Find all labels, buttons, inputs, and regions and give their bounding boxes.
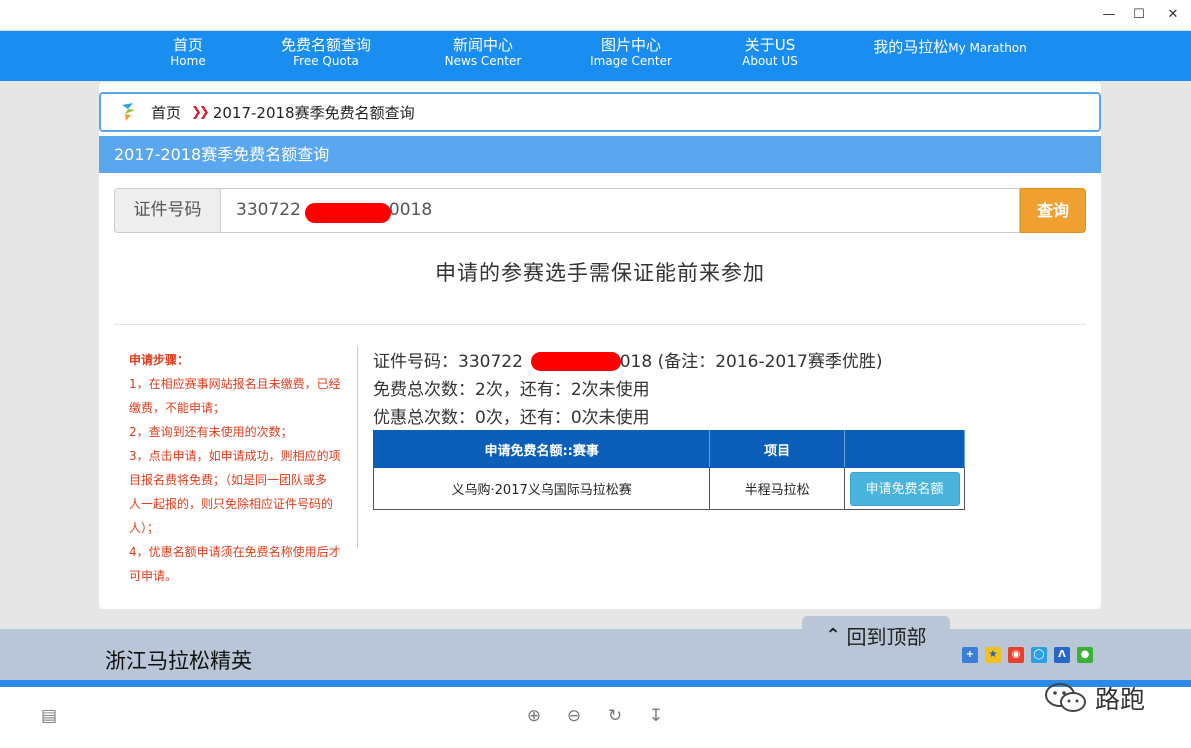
nav-label-zh: 我的马拉松My Marathon bbox=[862, 38, 1038, 56]
search-row: 证件号码 330722 0018 查询 bbox=[114, 188, 1086, 233]
steps-line: 可申请。 bbox=[129, 569, 178, 583]
steps-line: 人）； bbox=[129, 521, 160, 535]
content-card: 首页 ❯❯ 2017-2018赛季免费名额查询 2017-2018赛季免费名额查… bbox=[99, 82, 1101, 609]
footer-title: 浙江马拉松精英 bbox=[105, 649, 252, 673]
breadcrumb-home[interactable]: 首页 bbox=[151, 102, 181, 123]
share-renren-icon[interactable]: Λ bbox=[1054, 647, 1070, 663]
section-title: 2017-2018赛季免费名额查询 bbox=[99, 136, 1101, 173]
application-steps: 申请步骤： 1，在相应赛事网站报名且未缴费，已经 缴费，不能申请； 2，查询到还… bbox=[129, 348, 347, 588]
breadcrumb-current: 2017-2018赛季免费名额查询 bbox=[212, 103, 415, 122]
steps-line: 2，查询到还有未使用的次数； bbox=[129, 425, 293, 439]
apply-free-quota-button[interactable]: 申请免费名额 bbox=[849, 471, 960, 506]
query-button[interactable]: 查询 bbox=[1020, 188, 1086, 233]
steps-line: 目报名费将免费；（如是同一团队或多 bbox=[129, 473, 328, 487]
nav-image-center[interactable]: 图片中心 Image Center bbox=[588, 36, 674, 69]
nav-label-en: Image Center bbox=[590, 54, 672, 69]
quota-info: 证件号码：330722 0018 (备注：2016-2017赛季优胜) 免费总次数… bbox=[373, 348, 883, 432]
share-plus-icon[interactable]: + bbox=[962, 647, 978, 663]
footer-strip bbox=[0, 680, 1191, 687]
nav-label-zh: 新闻中心 bbox=[452, 36, 513, 54]
download-icon[interactable]: ↧ bbox=[645, 705, 667, 727]
minimize-icon[interactable]: — bbox=[1096, 4, 1122, 24]
id-number-value-prefix: 330722 bbox=[236, 200, 301, 220]
nav-label-en: News Center bbox=[444, 54, 522, 69]
notice-text: 申请的参赛选手需保证能前来参加 bbox=[435, 261, 765, 285]
info-id-prefix: 证件号码：330722 bbox=[373, 352, 523, 372]
arrow-up-icon: ⌃ bbox=[825, 624, 841, 646]
table-cell-action: 申请免费名额 bbox=[844, 467, 965, 510]
id-number-input[interactable]: 330722 0018 bbox=[220, 188, 1020, 233]
nav-mine-en: My Marathon bbox=[948, 41, 1027, 55]
viewer-toolbar: ▤ ⊕ ⊖ ↻ ↧ bbox=[0, 687, 1191, 748]
redaction-mark bbox=[531, 352, 621, 371]
steps-title: 申请步骤： bbox=[129, 353, 190, 367]
info-id-line: 证件号码：330722 0018 (备注：2016-2017赛季优胜) bbox=[373, 348, 883, 376]
id-number-label: 证件号码 bbox=[114, 188, 220, 233]
runner-logo-icon bbox=[119, 101, 141, 123]
id-number-value-suffix: 0018 bbox=[388, 200, 433, 220]
nav-label-en: Free Quota bbox=[293, 54, 359, 69]
table-header-row: 申请免费名额::赛事 项目 bbox=[372, 430, 965, 468]
info-id-suffix: 0018 (备注：2016-2017赛季优胜) bbox=[608, 352, 883, 372]
nav-label-en: Home bbox=[170, 54, 206, 69]
share-weibo-icon[interactable]: ◉ bbox=[1008, 647, 1024, 663]
info-free-line: 免费总次数：2次，还有：2次未使用 bbox=[373, 380, 650, 400]
wechat-bubble-icon bbox=[1043, 681, 1089, 715]
nav-home[interactable]: 首页 Home bbox=[163, 36, 213, 69]
zoom-in-icon[interactable]: ⊕ bbox=[523, 705, 545, 727]
zoom-out-icon[interactable]: ⊖ bbox=[563, 705, 585, 727]
steps-line: 缴费，不能申请； bbox=[129, 401, 226, 415]
nav-label-en: About US bbox=[742, 54, 798, 69]
table-row: 义乌购·2017义乌国际马拉松赛 半程马拉松 申请免费名额 bbox=[372, 467, 965, 510]
nav-news-center[interactable]: 新闻中心 News Center bbox=[440, 36, 526, 69]
watermark-text: 路跑 bbox=[1095, 685, 1146, 714]
breadcrumb: 首页 ❯❯ 2017-2018赛季免费名额查询 bbox=[99, 92, 1101, 132]
rotate-icon[interactable]: ↻ bbox=[604, 705, 626, 727]
nav-about-us[interactable]: 关于US About US bbox=[737, 36, 803, 69]
share-qzone-icon[interactable]: ★ bbox=[985, 647, 1001, 663]
table-header-event: 申请免费名额::赛事 bbox=[372, 430, 711, 468]
nav-label-zh: 免费名额查询 bbox=[280, 36, 371, 54]
vertical-divider bbox=[357, 346, 358, 548]
nav-label-zh: 关于US bbox=[744, 36, 796, 54]
redaction-mark bbox=[305, 203, 391, 223]
steps-line: 人一起报的，则只免除相应证件号码的 bbox=[129, 497, 334, 511]
table-header-item: 项目 bbox=[709, 430, 845, 468]
nav-label-zh: 首页 bbox=[172, 36, 203, 54]
steps-line: 1，在相应赛事网站报名且未缴费，已经 bbox=[129, 377, 341, 391]
quota-table: 申请免费名额::赛事 项目 义乌购·2017义乌国际马拉松赛 半程马拉松 申请免… bbox=[372, 430, 965, 510]
steps-line: 4，优惠名额申请须在免费名称使用后才 bbox=[129, 545, 341, 559]
top-navbar: 首页 Home 免费名额查询 Free Quota 新闻中心 News Cent… bbox=[0, 31, 1191, 81]
divider bbox=[114, 324, 1086, 325]
nav-label-zh: 图片中心 bbox=[600, 36, 661, 54]
back-to-top-label: 回到顶部 bbox=[846, 624, 927, 649]
table-cell-event: 义乌购·2017义乌国际马拉松赛 bbox=[372, 467, 711, 510]
share-wechat-icon[interactable]: ● bbox=[1077, 647, 1093, 663]
info-discount-line: 优惠总次数：0次，还有：0次未使用 bbox=[373, 408, 650, 428]
steps-line: 3，点击申请，如申请成功，则相应的项 bbox=[129, 449, 341, 463]
thumbnail-panel-icon[interactable]: ▤ bbox=[38, 705, 60, 727]
table-header-action bbox=[844, 430, 965, 468]
maximize-icon[interactable]: ☐ bbox=[1126, 4, 1152, 24]
nav-mine-zh: 我的马拉松 bbox=[873, 38, 949, 56]
window-titlebar: — ☐ ✕ bbox=[0, 0, 1191, 31]
nav-free-quota[interactable]: 免费名额查询 Free Quota bbox=[268, 36, 384, 69]
nav-my-marathon[interactable]: 我的马拉松My Marathon bbox=[862, 38, 1038, 56]
table-cell-item: 半程马拉松 bbox=[709, 467, 845, 510]
share-tencent-icon[interactable]: ◯ bbox=[1031, 647, 1047, 663]
watermark: 路跑 bbox=[1043, 680, 1145, 716]
breadcrumb-separator-icon: ❯❯ bbox=[191, 104, 210, 120]
close-icon[interactable]: ✕ bbox=[1160, 4, 1186, 24]
back-to-top-button[interactable]: ⌃ 回到顶部 bbox=[802, 616, 950, 654]
